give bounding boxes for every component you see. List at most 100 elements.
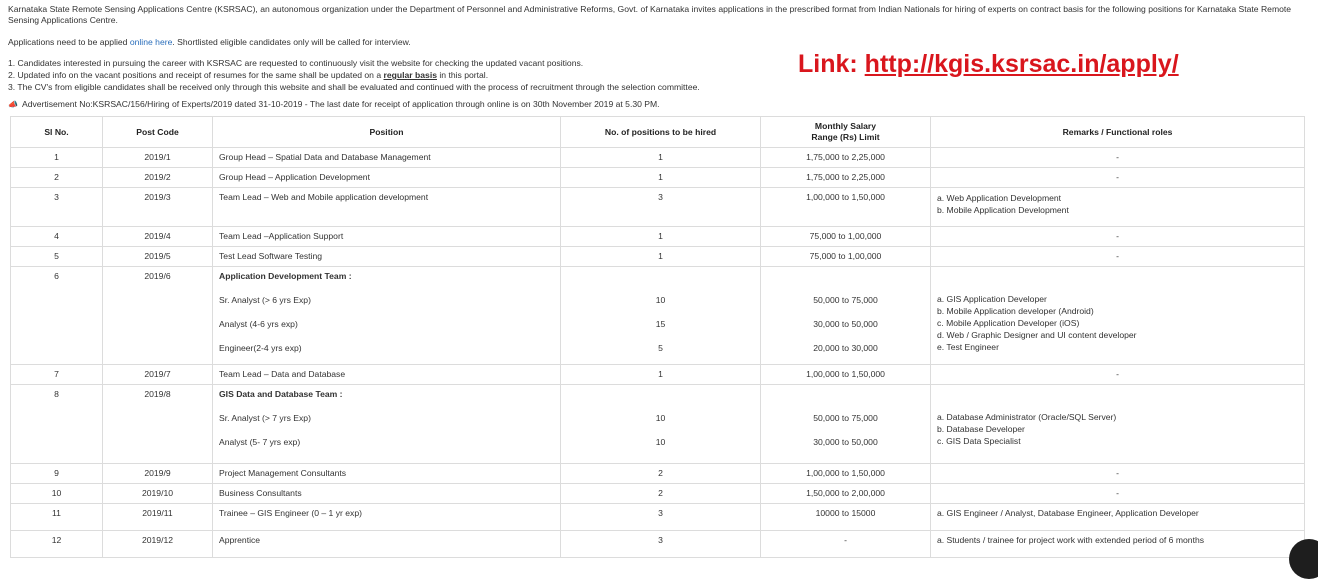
remark-text: d. Web / Graphic Designer and UI content… (937, 330, 1137, 340)
note-2-underline: regular basis (383, 70, 438, 80)
header-num-positions: No. of positions to be hired (560, 116, 761, 148)
cell-remarks: - (930, 364, 1305, 385)
cell-salary: 1,00,000 to 1,50,000 (760, 187, 931, 227)
note-2-suffix: in this portal. (437, 70, 489, 80)
cell-sl: 8 (10, 384, 103, 464)
remark-item: a. GIS Application Developer b. Mobile A… (937, 267, 1298, 353)
sub-num: 10 (655, 413, 666, 423)
table-header-row: Sl No. Post Code Position No. of positio… (10, 116, 1305, 148)
apply-online-link[interactable]: online here (130, 37, 173, 47)
cell-position: Project Management Consultants (212, 463, 561, 484)
cell-code: 2019/6 (102, 266, 213, 365)
cell-remarks: - (930, 226, 1305, 247)
cell-num: 2 (560, 483, 761, 504)
group-heading: Application Development Team : (219, 271, 352, 281)
cell-position: Group Head – Application Development (212, 167, 561, 188)
cell-salary: 50,000 to 75,000 30,000 to 50,000 20,000… (760, 266, 931, 365)
cell-salary: 75,000 to 1,00,000 (760, 246, 931, 267)
cell-num: 10 10 (560, 384, 761, 464)
cell-num: 3 (560, 503, 761, 531)
remark-text: a. Web Application Development (937, 193, 1062, 203)
table-row: 8 2019/8 GIS Data and Database Team : Sr… (10, 384, 1305, 464)
remark-text: e. Test Engineer (937, 342, 999, 352)
apply-line: Applications need to be applied online h… (8, 37, 411, 47)
cell-code: 2019/9 (102, 463, 213, 484)
sub-position: Analyst (5- 7 yrs exp) (219, 437, 301, 447)
remark-text: c. Mobile Application Developer (iOS) (937, 318, 1080, 328)
cell-remarks: a. GIS Application Developer b. Mobile A… (930, 266, 1305, 365)
banner-url[interactable]: http://kgis.ksrsac.in/apply/ (865, 50, 1179, 78)
cell-position: Team Lead – Data and Database (212, 364, 561, 385)
cell-position: GIS Data and Database Team : Sr. Analyst… (212, 384, 561, 464)
cell-sl: 2 (10, 167, 103, 188)
cell-num: 1 (560, 246, 761, 267)
cell-salary: 1,50,000 to 2,00,000 (760, 483, 931, 504)
cell-position: Test Lead Software Testing (212, 246, 561, 267)
sub-position: Sr. Analyst (> 6 yrs Exp) (219, 295, 311, 305)
header-salary: Monthly Salary Range (Rs) Limit (760, 116, 931, 148)
positions-table: Sl No. Post Code Position No. of positio… (10, 116, 1305, 558)
table-row: 11 2019/11 Trainee – GIS Engineer (0 – 1… (10, 503, 1305, 531)
cell-sl: 5 (10, 246, 103, 267)
table-row: 1 2019/1 Group Head – Spatial Data and D… (10, 147, 1305, 168)
header-remarks: Remarks / Functional roles (930, 116, 1305, 148)
cell-remarks: - (930, 483, 1305, 504)
banner-label: Link: (798, 50, 865, 78)
sub-position: Engineer(2-4 yrs exp) (219, 343, 302, 353)
cell-code: 2019/1 (102, 147, 213, 168)
cell-code: 2019/4 (102, 226, 213, 247)
remark-text: b. Database Developer (937, 424, 1025, 434)
sub-num: 5 (658, 343, 663, 353)
cell-remarks: - (930, 167, 1305, 188)
remark-item: a. Database Administrator (Oracle/SQL Se… (937, 385, 1298, 447)
note-2: 2. Updated info on the vacant positions … (8, 69, 700, 81)
cell-sl: 4 (10, 226, 103, 247)
cell-num: 1 (560, 147, 761, 168)
sub-num: 10 (655, 437, 666, 447)
sub-salary: 50,000 to 75,000 (813, 295, 878, 305)
table-row: 7 2019/7 Team Lead – Data and Database 1… (10, 364, 1305, 385)
megaphone-icon: 📣 (8, 100, 18, 109)
remark-text: a. GIS Application Developer (937, 294, 1047, 304)
remark-item: a. Web Application Development b. Mobile … (937, 188, 1298, 216)
cell-remarks: - (930, 147, 1305, 168)
cell-sl: 11 (10, 503, 103, 531)
table-row: 12 2019/12 Apprentice 3 - a. Students / … (10, 530, 1305, 558)
cell-position: Business Consultants (212, 483, 561, 504)
cell-sl: 1 (10, 147, 103, 168)
cell-code: 2019/3 (102, 187, 213, 227)
sub-position: Sr. Analyst (> 7 yrs Exp) (219, 413, 311, 423)
cell-sl: 7 (10, 364, 103, 385)
note-2-prefix: 2. Updated info on the vacant positions … (8, 70, 384, 80)
cell-num: 3 (560, 187, 761, 227)
cell-code: 2019/8 (102, 384, 213, 464)
cell-code: 2019/2 (102, 167, 213, 188)
intro-text: Karnataka State Remote Sensing Applicati… (8, 4, 1292, 25)
advertisement-line: 📣 Advertisement No:KSRSAC/156/Hiring of E… (8, 99, 660, 109)
cell-position: Application Development Team : Sr. Analy… (212, 266, 561, 365)
cell-sl: 3 (10, 187, 103, 227)
cell-sl: 10 (10, 483, 103, 504)
remark-text: a. Database Administrator (Oracle/SQL Se… (937, 412, 1117, 422)
cell-sl: 6 (10, 266, 103, 365)
cell-position: Trainee – GIS Engineer (0 – 1 yr exp) (212, 503, 561, 531)
cell-salary: 1,75,000 to 2,25,000 (760, 147, 931, 168)
cell-salary: 75,000 to 1,00,000 (760, 226, 931, 247)
cell-sl: 9 (10, 463, 103, 484)
cell-position: Group Head – Spatial Data and Database M… (212, 147, 561, 168)
cell-num: 2 (560, 463, 761, 484)
notes-list: 1. Candidates interested in pursuing the… (8, 57, 700, 93)
cell-remarks: a. Database Administrator (Oracle/SQL Se… (930, 384, 1305, 464)
table-row: 6 2019/6 Application Development Team : … (10, 266, 1305, 365)
cell-num: 1 (560, 167, 761, 188)
cell-code: 2019/5 (102, 246, 213, 267)
cell-remarks: a. Students / trainee for project work w… (930, 530, 1305, 558)
cell-salary: 50,000 to 75,000 30,000 to 50,000 (760, 384, 931, 464)
header-sl-no: Sl No. (10, 116, 103, 148)
scroll-to-top-button[interactable] (1289, 539, 1318, 579)
cell-salary: 1,00,000 to 1,50,000 (760, 364, 931, 385)
group-heading: GIS Data and Database Team : (219, 389, 343, 399)
cell-code: 2019/7 (102, 364, 213, 385)
header-salary-line1: Monthly Salary (814, 121, 877, 131)
header-post-code: Post Code (102, 116, 213, 148)
